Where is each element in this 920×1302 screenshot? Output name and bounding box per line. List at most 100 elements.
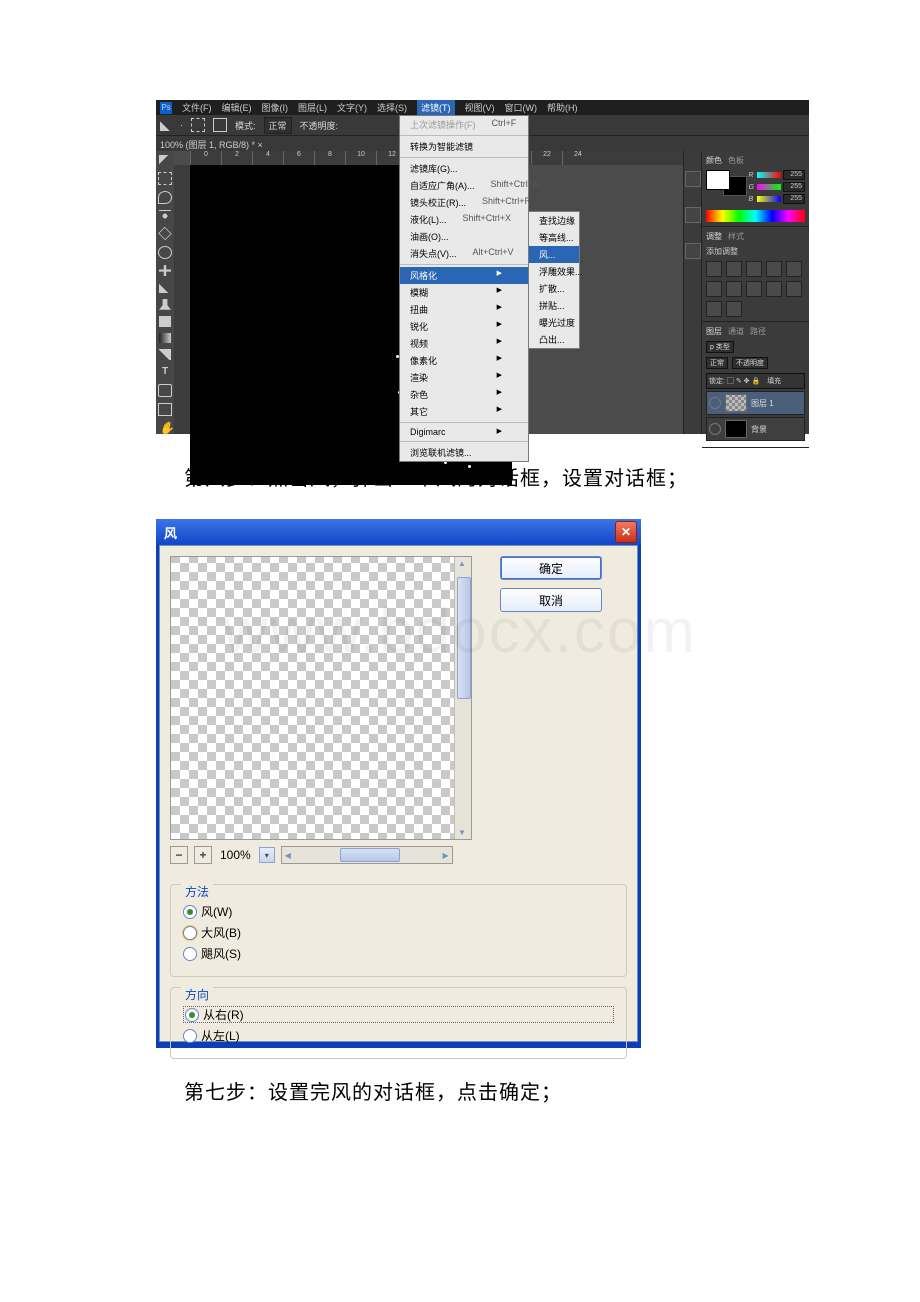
method-blast-radio[interactable]: 大风(B) xyxy=(183,924,614,941)
pen-tool-icon[interactable] xyxy=(159,349,171,360)
crop-tool-icon[interactable] xyxy=(158,227,171,240)
adj-invert-icon[interactable] xyxy=(726,301,742,317)
toggle-panel-icon[interactable] xyxy=(213,118,227,132)
adj-levels-icon[interactable] xyxy=(726,261,742,277)
tab-styles[interactable]: 样式 xyxy=(728,231,744,242)
submenu-contour[interactable]: 等高线... xyxy=(529,229,579,246)
tab-paths[interactable]: 路径 xyxy=(750,326,766,337)
menu-item-pixelate[interactable]: 像素化 xyxy=(400,352,528,369)
direction-left-radio[interactable]: 从左(L) xyxy=(183,1027,614,1044)
paragraph-panel-icon[interactable] xyxy=(685,243,701,259)
r-value[interactable]: 255 xyxy=(783,170,805,180)
adj-brightness-icon[interactable] xyxy=(706,261,722,277)
adj-colbal-icon[interactable] xyxy=(726,281,742,297)
menu-item-render[interactable]: 渲染 xyxy=(400,369,528,386)
visibility-icon[interactable] xyxy=(709,423,721,435)
scroll-thumb[interactable] xyxy=(340,848,400,862)
adj-curves-icon[interactable] xyxy=(746,261,762,277)
menu-item-sharpen[interactable]: 锐化 xyxy=(400,318,528,335)
method-wind-radio[interactable]: 风(W) xyxy=(183,903,614,920)
adj-photo-filter-icon[interactable] xyxy=(766,281,782,297)
ok-button[interactable]: 确定 xyxy=(500,556,602,580)
menu-image[interactable]: 图像(I) xyxy=(262,101,289,114)
hand-tool-icon[interactable]: ✋ xyxy=(159,422,171,434)
brush-tool-icon[interactable] xyxy=(159,282,171,293)
preview-vscrollbar[interactable] xyxy=(454,557,471,839)
adj-hue-icon[interactable] xyxy=(706,281,722,297)
tab-color[interactable]: 颜色 xyxy=(706,155,722,166)
move-tool-icon[interactable] xyxy=(159,155,171,166)
history-panel-icon[interactable] xyxy=(685,171,701,187)
menu-window[interactable]: 窗口(W) xyxy=(505,101,538,114)
menu-item-noise[interactable]: 杂色 xyxy=(400,386,528,403)
layer-name[interactable]: 图层 1 xyxy=(751,398,774,409)
g-value[interactable]: 255 xyxy=(783,182,805,192)
menu-item-filter-gallery[interactable]: 滤镜库(G)... xyxy=(400,160,528,177)
b-slider[interactable] xyxy=(757,196,781,202)
menu-item-blur[interactable]: 模糊 xyxy=(400,284,528,301)
gradient-tool-icon[interactable] xyxy=(159,333,171,344)
menu-type[interactable]: 文字(Y) xyxy=(337,101,367,114)
submenu-wind[interactable]: 风... xyxy=(529,246,579,263)
tab-channels[interactable]: 通道 xyxy=(728,326,744,337)
type-tool-icon[interactable]: T xyxy=(159,366,171,378)
shape-tool-icon[interactable] xyxy=(158,403,172,416)
adj-lookup-icon[interactable] xyxy=(706,301,722,317)
eyedropper-tool-icon[interactable] xyxy=(158,246,172,259)
menu-select[interactable]: 选择(S) xyxy=(377,101,407,114)
character-panel-icon[interactable] xyxy=(685,207,701,223)
brush-preset-icon[interactable] xyxy=(191,118,205,132)
submenu-solarize[interactable]: 曝光过度 xyxy=(529,314,579,331)
submenu-emboss[interactable]: 浮雕效果... xyxy=(529,263,579,280)
layer-thumb[interactable] xyxy=(725,420,747,438)
tab-adjust[interactable]: 调整 xyxy=(706,231,722,242)
menu-item-distort[interactable]: 扭曲 xyxy=(400,301,528,318)
visibility-icon[interactable] xyxy=(709,397,721,409)
filter-kind[interactable]: p 类型 xyxy=(706,341,734,353)
submenu-find-edges[interactable]: 查找边缘 xyxy=(529,212,579,229)
path-select-tool-icon[interactable] xyxy=(158,384,172,397)
menu-item-stylize[interactable]: 风格化 xyxy=(400,267,528,284)
marquee-tool-icon[interactable] xyxy=(158,172,172,185)
menu-item-lens-correct[interactable]: 镜头校正(R)...Shift+Ctrl+R xyxy=(400,194,528,211)
menu-item-digimarc[interactable]: Digimarc xyxy=(400,425,528,439)
scroll-thumb[interactable] xyxy=(457,577,471,699)
layer-row[interactable]: 图层 1 xyxy=(706,391,805,415)
titlebar[interactable]: 风 ✕ xyxy=(156,519,641,545)
method-stagger-radio[interactable]: 飓风(S) xyxy=(183,945,614,962)
b-value[interactable]: 255 xyxy=(783,194,805,204)
menu-filter[interactable]: 滤镜(T) xyxy=(417,100,455,115)
menu-item-oil-paint[interactable]: 油画(O)... xyxy=(400,228,528,245)
heal-tool-icon[interactable] xyxy=(159,265,171,276)
menu-item-smart-filter[interactable]: 转换为智能滤镜 xyxy=(400,138,528,155)
layer-row[interactable]: 背景 xyxy=(706,417,805,441)
menu-item-video[interactable]: 视频 xyxy=(400,335,528,352)
menu-file[interactable]: 文件(F) xyxy=(182,101,212,114)
tab-layers[interactable]: 图层 xyxy=(706,326,722,337)
zoom-dropdown[interactable]: ▾ xyxy=(259,847,275,863)
preview-hscrollbar[interactable] xyxy=(281,846,453,864)
spectrum-bar[interactable] xyxy=(706,210,805,222)
menu-layer[interactable]: 图层(L) xyxy=(298,101,327,114)
preview-area[interactable] xyxy=(170,556,472,840)
menu-view[interactable]: 视图(V) xyxy=(465,101,495,114)
eraser-tool-icon[interactable] xyxy=(159,316,171,327)
close-button[interactable]: ✕ xyxy=(615,521,637,543)
blend-mode-select[interactable]: 正常 xyxy=(264,117,292,134)
adj-vibrance-icon[interactable] xyxy=(786,261,802,277)
layer-name[interactable]: 背景 xyxy=(751,424,767,435)
foreground-swatch[interactable] xyxy=(706,170,730,190)
zoom-in-button[interactable]: + xyxy=(194,846,212,864)
tab-swatches[interactable]: 色板 xyxy=(728,155,744,166)
menu-item-other[interactable]: 其它 xyxy=(400,403,528,420)
menu-item-liquify[interactable]: 液化(L)...Shift+Ctrl+X xyxy=(400,211,528,228)
submenu-diffuse[interactable]: 扩散... xyxy=(529,280,579,297)
r-slider[interactable] xyxy=(757,172,781,178)
submenu-tiles[interactable]: 拼贴... xyxy=(529,297,579,314)
g-slider[interactable] xyxy=(757,184,781,190)
magic-wand-tool-icon[interactable] xyxy=(159,210,171,222)
adj-bw-icon[interactable] xyxy=(746,281,762,297)
zoom-out-button[interactable]: − xyxy=(170,846,188,864)
menu-item-last-filter[interactable]: 上次滤镜操作(F)Ctrl+F xyxy=(400,116,528,133)
menu-item-vanishing-point[interactable]: 消失点(V)...Alt+Ctrl+V xyxy=(400,245,528,262)
